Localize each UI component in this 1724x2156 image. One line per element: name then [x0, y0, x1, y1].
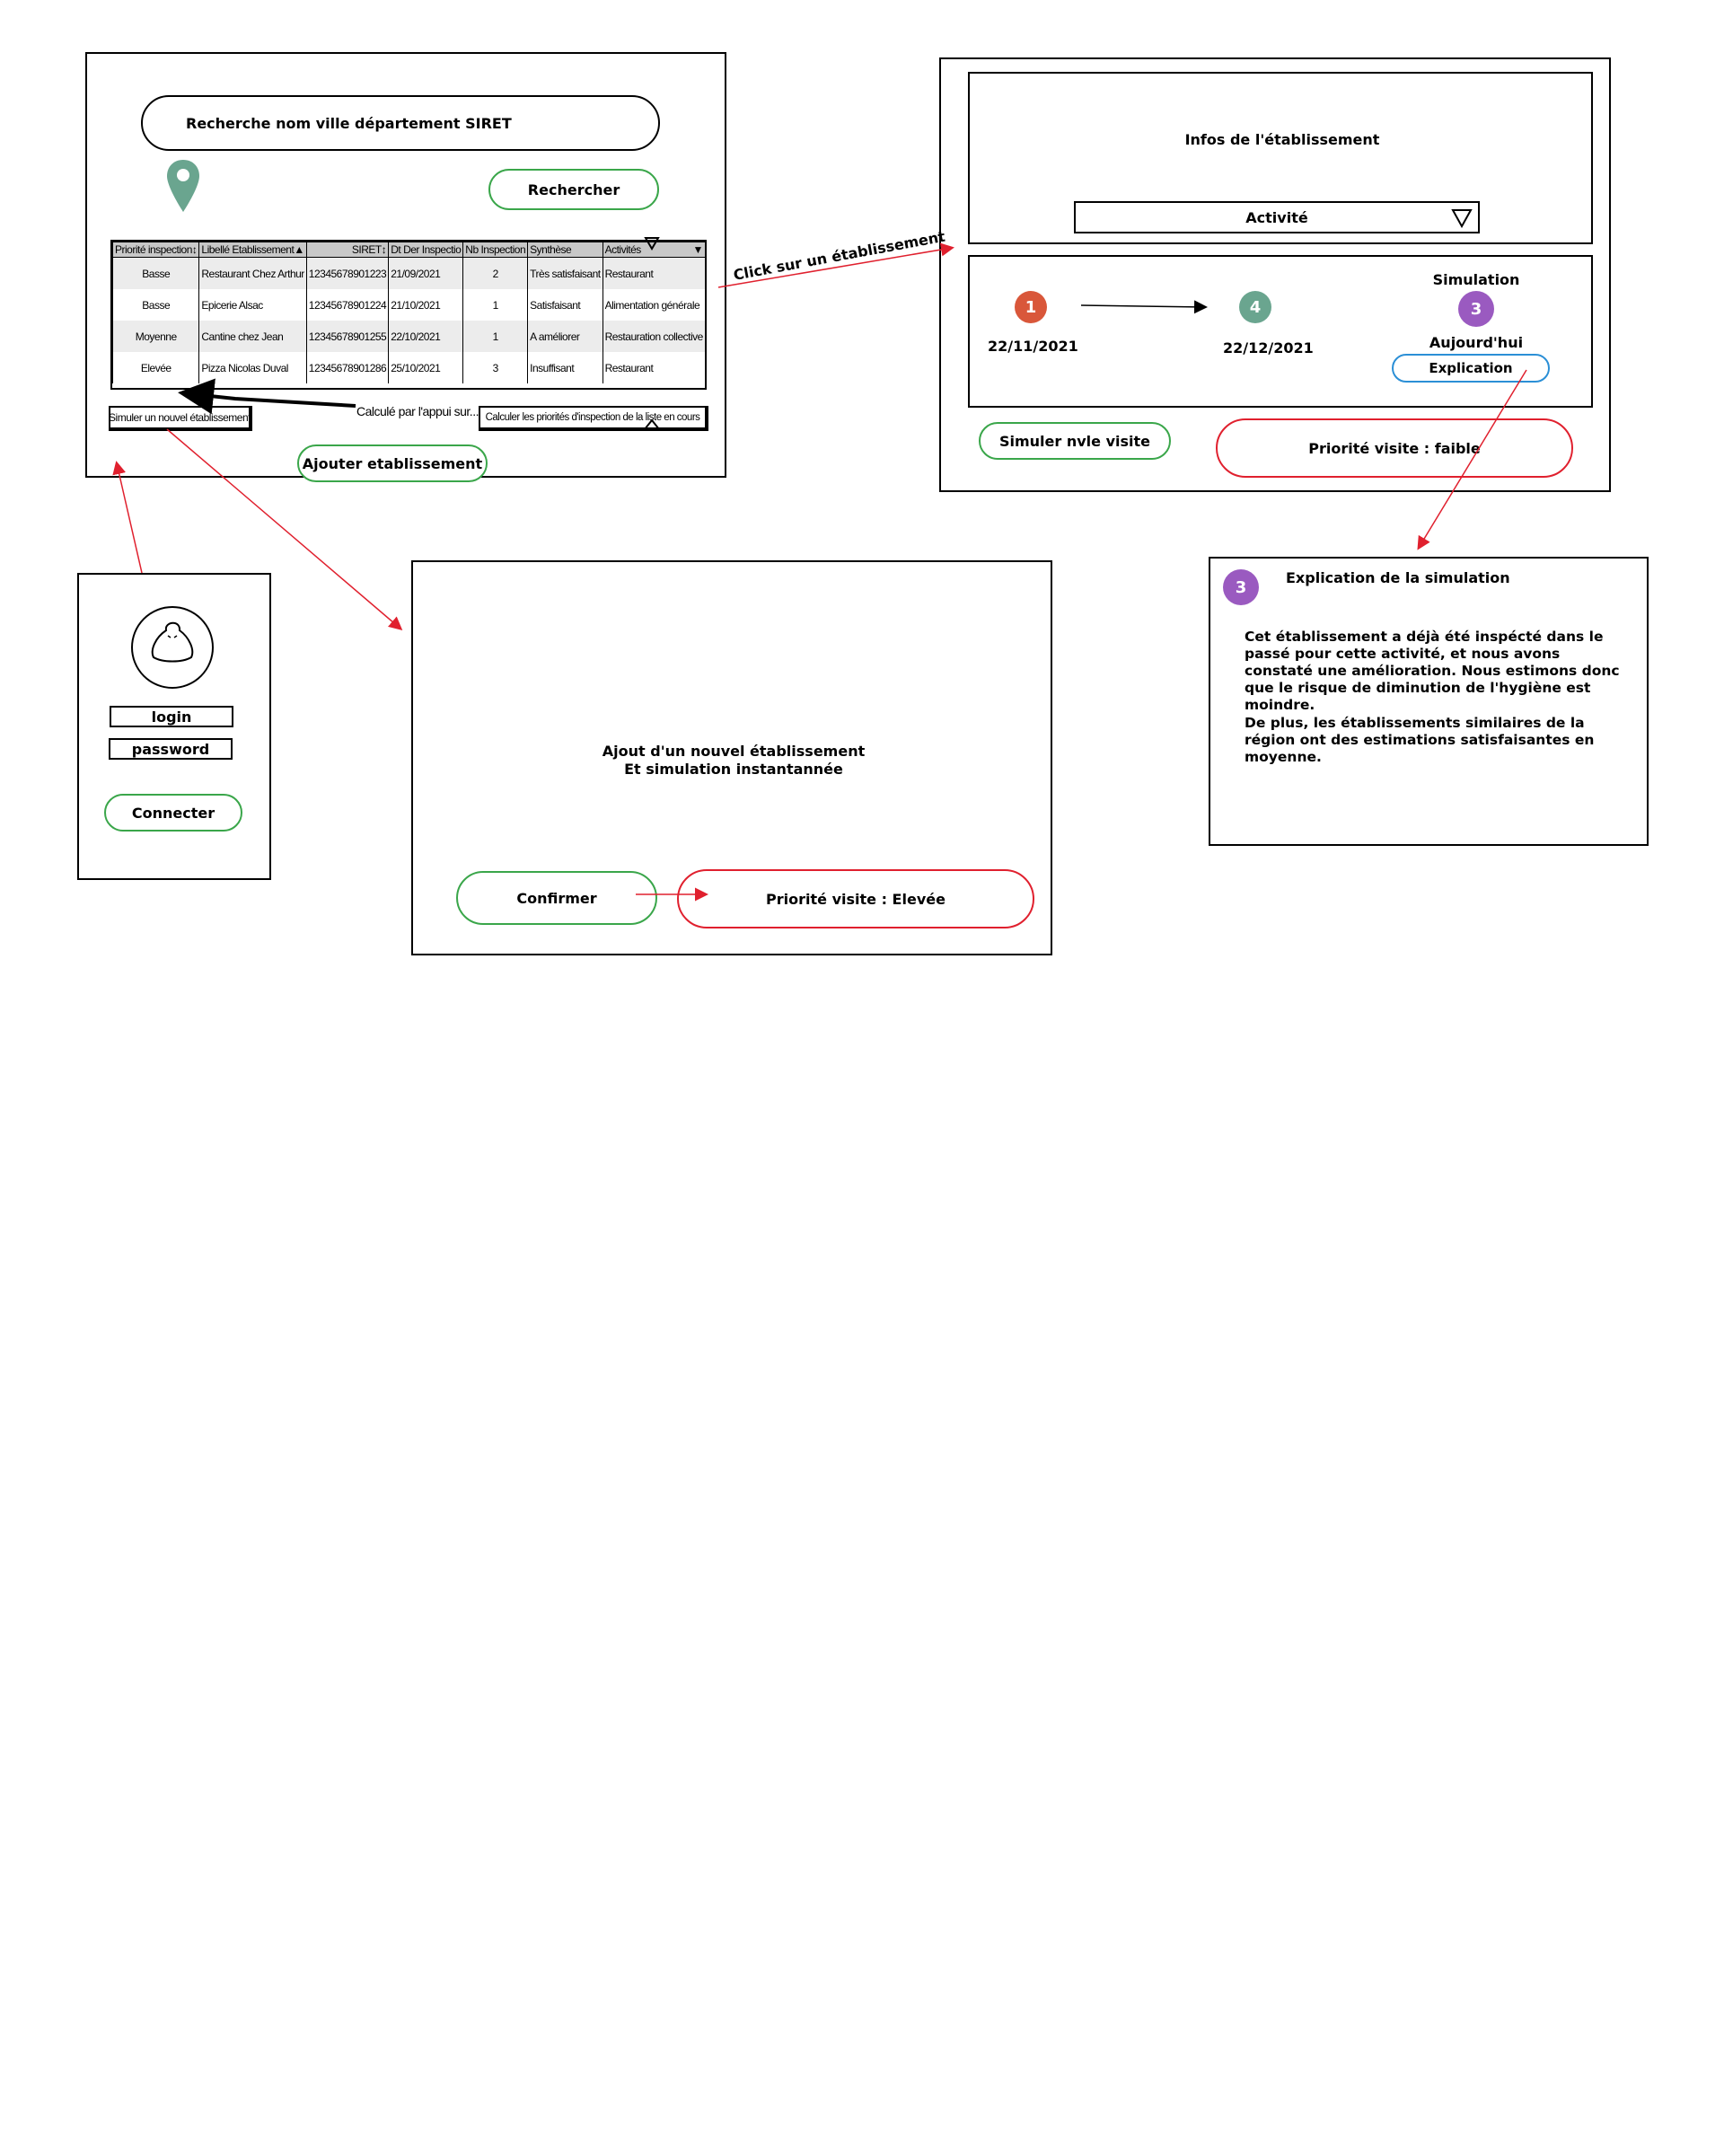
establishment-info-title: Infos de l'établissement: [1184, 130, 1380, 148]
column-header-synthesis[interactable]: Synthèse: [527, 242, 603, 258]
activity-select[interactable]: Activité: [1074, 201, 1480, 233]
search-button[interactable]: Rechercher: [488, 169, 659, 210]
add-title-line-2: Et simulation instantannée: [624, 760, 843, 778]
cell-date: 25/10/2021: [388, 352, 464, 383]
table-row[interactable]: Basse Epicerie Alsac 12345678901224 21/1…: [112, 289, 705, 321]
cell-priority: Moyenne: [112, 321, 200, 352]
timeline-step-3-date: Aujourd'hui: [1429, 333, 1524, 351]
column-header-priority[interactable]: Priorité inspection↕: [112, 242, 200, 258]
add-establishment-button[interactable]: Ajouter etablissement: [297, 444, 488, 482]
explanation-panel: 3 Explication de la simulation Cet établ…: [1209, 557, 1649, 846]
cell-siret: 12345678901223: [305, 257, 390, 289]
cell-date: 21/10/2021: [388, 289, 464, 321]
detail-screen: Infos de l'établissement Activité Simula…: [939, 57, 1611, 492]
cell-synthesis: A améliorer: [527, 321, 603, 352]
connect-button[interactable]: Connecter: [104, 794, 242, 832]
cell-siret: 12345678901224: [305, 289, 390, 321]
column-header-last-inspection[interactable]: Dt Der Inspectio: [388, 242, 464, 258]
cell-synthesis: Satisfaisant: [527, 289, 603, 321]
table-row[interactable]: Basse Restaurant Chez Arthur 12345678901…: [112, 257, 705, 289]
table-row[interactable]: Moyenne Cantine chez Jean 12345678901255…: [112, 321, 705, 352]
timeline-step-4-date: 22/12/2021: [1223, 339, 1314, 356]
timeline-step-3-badge: 3: [1458, 291, 1494, 327]
login-field[interactable]: login: [110, 706, 233, 727]
simulation-panel: Simulation 1 22/11/2021 4 22/12/2021 3 A…: [968, 255, 1593, 408]
cell-count: 1: [462, 289, 529, 321]
map-pin-icon[interactable]: [165, 158, 201, 214]
cell-label: Pizza Nicolas Duval: [198, 352, 307, 383]
cell-label: Restaurant Chez Arthur: [198, 257, 307, 289]
cell-priority: Elevée: [112, 352, 200, 383]
arrow-login-to-search: [112, 461, 143, 574]
confirm-button[interactable]: Confirmer: [456, 871, 657, 925]
filter-icon[interactable]: [644, 236, 660, 251]
cell-date: 22/10/2021: [388, 321, 464, 352]
password-field[interactable]: password: [109, 738, 233, 760]
cell-activity: Restaurant: [602, 257, 705, 289]
explanation-title: Explication de la simulation: [1286, 569, 1510, 586]
search-input[interactable]: Recherche nom ville département SIRET: [141, 95, 660, 151]
table-row[interactable]: Elevée Pizza Nicolas Duval 1234567890128…: [112, 352, 705, 383]
cell-priority: Basse: [112, 289, 200, 321]
dropdown-triangle-icon: [1451, 209, 1473, 228]
cell-synthesis: Très satisfaisant: [527, 257, 603, 289]
priority-result-high: Priorité visite : Elevée: [677, 869, 1034, 928]
explication-button[interactable]: Explication: [1392, 354, 1550, 383]
login-screen: login password Connecter: [77, 573, 271, 880]
explanation-paragraph-2: De plus, les établissements similaires d…: [1245, 715, 1595, 765]
priority-result-low: Priorité visite : faible: [1216, 418, 1573, 478]
cell-count: 2: [462, 257, 529, 289]
search-screen: Recherche nom ville département SIRET Re…: [85, 52, 726, 482]
column-header-label[interactable]: Libellé Etablissement ▲: [198, 242, 307, 258]
cell-activity: Alimentation générale: [602, 289, 705, 321]
calculate-priorities-button[interactable]: Calculer les priorités d'inspection de l…: [479, 406, 708, 431]
arrow-table-to-detail: [717, 242, 954, 288]
explanation-paragraph-1: Cet établissement a déjà été inspécté da…: [1245, 629, 1620, 713]
establishment-table: Priorité inspection↕ Libellé Etablisseme…: [110, 240, 707, 390]
cell-priority: Basse: [112, 257, 200, 289]
cell-activity: Restaurant: [602, 352, 705, 383]
explanation-badge: 3: [1223, 569, 1259, 605]
cell-count: 1: [462, 321, 529, 352]
timeline-step-1-badge: 1: [1015, 291, 1047, 323]
timeline-step-1-date: 22/11/2021: [988, 338, 1078, 355]
cell-label: Epicerie Alsac: [198, 289, 307, 321]
add-title-line-1: Ajout d'un nouvel établissement: [602, 742, 866, 760]
cell-siret: 12345678901255: [305, 321, 390, 352]
activity-select-value: Activité: [1245, 208, 1308, 226]
column-header-siret[interactable]: SIRET↕: [305, 242, 390, 258]
column-header-inspection-count[interactable]: Nb Inspection: [462, 242, 529, 258]
cell-synthesis: Insuffisant: [527, 352, 603, 383]
cell-label: Cantine chez Jean: [198, 321, 307, 352]
establishment-info-panel: Infos de l'établissement Activité: [968, 72, 1593, 244]
cell-count: 3: [462, 352, 529, 383]
simulate-visit-button[interactable]: Simuler nvle visite: [979, 422, 1171, 460]
cell-activity: Restauration collective: [602, 321, 705, 352]
cell-date: 21/09/2021: [388, 257, 464, 289]
simulate-new-establishment-button[interactable]: Simuler un nouvel établissement: [109, 406, 252, 431]
add-establishment-screen: Ajout d'un nouvel établissement Et simul…: [411, 560, 1052, 955]
calculated-note: Calculé par l'appui sur...: [356, 404, 479, 424]
table-header-row: Priorité inspection↕ Libellé Etablisseme…: [112, 242, 705, 258]
simulation-label: Simulation: [1432, 270, 1520, 288]
click-label: Click sur un établissement: [732, 228, 946, 284]
timeline-step-4-badge: 4: [1239, 291, 1271, 323]
cell-siret: 12345678901286: [305, 352, 390, 383]
user-avatar-icon: [131, 606, 214, 689]
